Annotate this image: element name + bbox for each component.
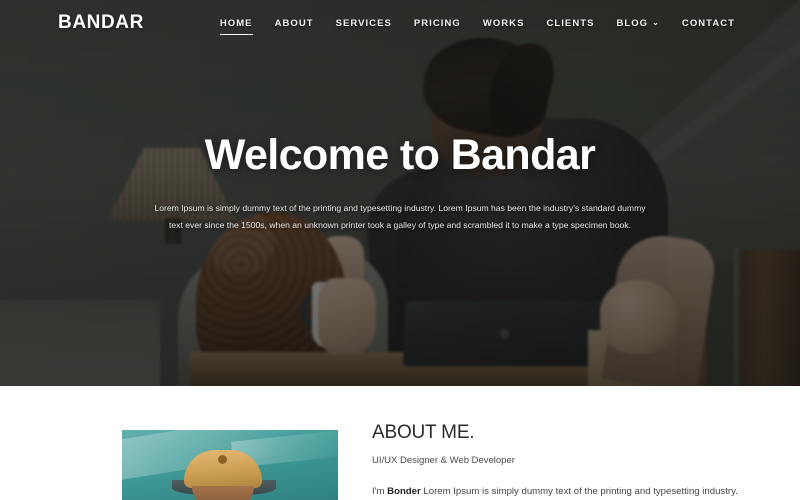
about-paragraph: I'm Bonder Lorem Ipsum is simply dummy t… [372,485,792,499]
about-paragraph-prefix: I'm [372,486,388,498]
nav-item-label: BLOG [616,18,649,29]
about-text-block: ABOUT ME. UI/UX Designer & Web Developer… [372,422,792,500]
person-face [192,486,254,500]
page-root: BANDAR HOME ABOUT SERVICES PRICING WORKS CLIE… [0,0,800,500]
nav-item-label: HOME [219,18,253,29]
nav-item-services[interactable]: SERVICES [325,15,403,35]
nav-item-label: ABOUT [274,18,314,29]
nav-item-label: CLIENTS [546,18,595,29]
nav-item-label: WORKS [482,18,525,29]
site-logo[interactable]: BANDAR [58,12,144,34]
nav-item-clients[interactable]: CLIENTS [535,15,605,35]
nav-item-pricing[interactable]: PRICING [403,15,472,35]
hero-section: BANDAR HOME ABOUT SERVICES PRICING WORKS CLIE… [0,0,800,386]
hero-paragraph: Lorem Ipsum is simply dummy text of the … [154,203,646,231]
nav-item-about[interactable]: ABOUT [264,15,325,35]
about-title: ABOUT ME. [372,422,475,443]
hero-title: Welcome to Bandar [204,131,596,179]
site-header: BANDAR HOME ABOUT SERVICES PRICING WORKS CLIE… [0,0,800,48]
nav-item-label: PRICING [413,18,461,29]
about-profile-image [122,430,338,500]
about-subtitle: UI/UX Designer & Web Developer [372,454,515,466]
chevron-down-icon[interactable]: ⌄ [652,19,660,27]
nav-item-contact[interactable]: CONTACT [671,15,746,35]
cap-button [218,455,227,464]
about-section: ABOUT ME. UI/UX Designer & Web Developer… [0,386,800,500]
nav-item-works[interactable]: WORKS [472,15,536,35]
hero-content: Welcome to Bandar Lorem Ipsum is simply … [0,0,800,386]
about-paragraph-name: Bonder [387,486,421,498]
about-paragraph-rest: Lorem Ipsum is simply dummy text of the … [420,486,738,498]
nav-item-label: SERVICES [335,18,392,29]
main-navigation: HOME ABOUT SERVICES PRICING WORKS CLIENTS BLOG… [209,15,746,35]
nav-item-home[interactable]: HOME [209,15,264,35]
nav-item-label: CONTACT [681,18,735,29]
nav-item-blog[interactable]: BLOG ⌄ [605,15,670,35]
